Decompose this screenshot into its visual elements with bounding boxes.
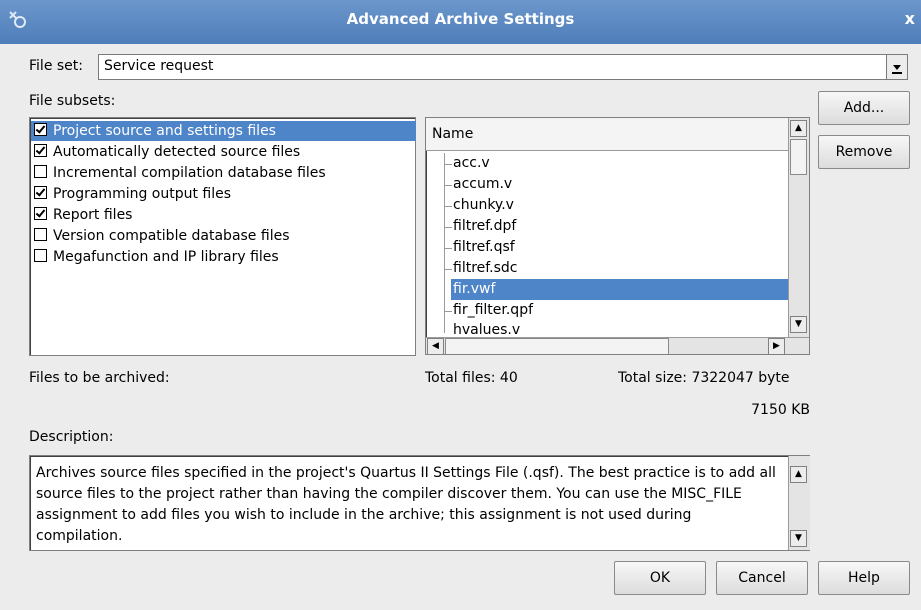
file-row[interactable]: chunky.v	[453, 195, 514, 216]
files-to-be-archived-label: Files to be archived:	[29, 370, 170, 386]
scroll-down-icon[interactable]: ▼	[790, 316, 807, 333]
subset-item[interactable]: Programming output files	[34, 184, 231, 204]
remove-button[interactable]: Remove	[818, 135, 910, 169]
file-row[interactable]: filtref.sdc	[453, 258, 518, 279]
file-row[interactable]: accum.v	[453, 174, 512, 195]
name-column-label: Name	[432, 126, 474, 142]
scroll-up-icon[interactable]: ▲	[790, 120, 807, 137]
description-label: Description:	[29, 429, 114, 445]
subset-item[interactable]: Megafunction and IP library files	[34, 247, 279, 267]
file-list[interactable]: Name acc.v accum.v chunky.v filtref.dpf …	[425, 117, 810, 355]
file-set-dropdown[interactable]: Service request	[98, 54, 908, 80]
scrollbar-thumb[interactable]	[445, 338, 669, 354]
file-row[interactable]: acc.v	[453, 153, 490, 174]
checkbox[interactable]	[34, 144, 47, 157]
advanced-archive-settings-dialog: Advanced Archive Settings x File set: Se…	[0, 0, 921, 610]
tree-trunk	[444, 153, 446, 333]
subset-item[interactable]: Report files	[34, 205, 132, 225]
cancel-button[interactable]: Cancel	[716, 561, 808, 595]
ok-button[interactable]: OK	[614, 561, 706, 595]
subset-item[interactable]: Project source and settings files	[31, 121, 416, 141]
file-set-value: Service request	[104, 58, 214, 74]
subset-item[interactable]: Automatically detected source files	[34, 142, 300, 162]
subset-label: Project source and settings files	[53, 123, 276, 139]
file-row[interactable]: fir_filter.qpf	[453, 300, 533, 321]
file-set-label: File set:	[29, 58, 83, 74]
scroll-up-icon[interactable]: ▲	[790, 466, 807, 483]
subset-label: Report files	[53, 207, 133, 223]
file-subsets-list[interactable]: Project source and settings files Automa…	[29, 117, 416, 356]
subset-item[interactable]: Incremental compilation database files	[34, 163, 326, 183]
close-icon[interactable]: x	[905, 9, 915, 28]
file-subsets-label: File subsets:	[29, 93, 116, 109]
subset-label: Automatically detected source files	[53, 144, 301, 160]
subset-label: Incremental compilation database files	[53, 165, 326, 181]
subset-label: Megafunction and IP library files	[53, 249, 279, 265]
window-title: Advanced Archive Settings	[346, 10, 575, 28]
size-kb: 7150 KB	[751, 402, 810, 418]
description-scrollbar[interactable]: ▲ ▼	[788, 456, 810, 550]
subset-item[interactable]: Version compatible database files	[34, 226, 290, 246]
subset-label: Version compatible database files	[53, 228, 290, 244]
file-row-selected[interactable]: fir.vwf	[451, 279, 790, 300]
total-files: Total files: 40	[425, 370, 518, 386]
checkbox[interactable]	[34, 186, 47, 199]
total-size: Total size: 7322047 byte	[618, 370, 790, 386]
checkbox[interactable]	[34, 228, 47, 241]
file-row[interactable]: filtref.qsf	[453, 237, 515, 258]
scroll-left-icon[interactable]: ◀	[427, 338, 444, 354]
name-column-header[interactable]: Name	[426, 118, 788, 151]
help-button[interactable]: Help	[818, 561, 910, 595]
description-box[interactable]: Archives source files specified in the p…	[29, 455, 810, 551]
checkbox[interactable]	[34, 123, 47, 136]
file-row[interactable]: hvalues.v	[453, 321, 520, 335]
vertical-scrollbar[interactable]: ▲ ▼	[788, 118, 809, 337]
chevron-down-icon[interactable]	[886, 55, 907, 79]
scroll-down-icon[interactable]: ▼	[790, 530, 807, 547]
horizontal-scrollbar[interactable]: ◀ ▶	[426, 337, 809, 354]
description-text: Archives source files specified in the p…	[36, 465, 776, 544]
title-bar[interactable]: Advanced Archive Settings x	[0, 0, 921, 44]
subset-label: Programming output files	[53, 186, 232, 202]
add-button[interactable]: Add...	[818, 91, 910, 125]
scroll-right-icon[interactable]: ▶	[768, 338, 785, 354]
checkbox[interactable]	[34, 165, 47, 178]
scrollbar-thumb[interactable]	[790, 139, 807, 175]
checkbox[interactable]	[34, 249, 47, 262]
checkbox[interactable]	[34, 207, 47, 220]
file-row[interactable]: filtref.dpf	[453, 216, 516, 237]
